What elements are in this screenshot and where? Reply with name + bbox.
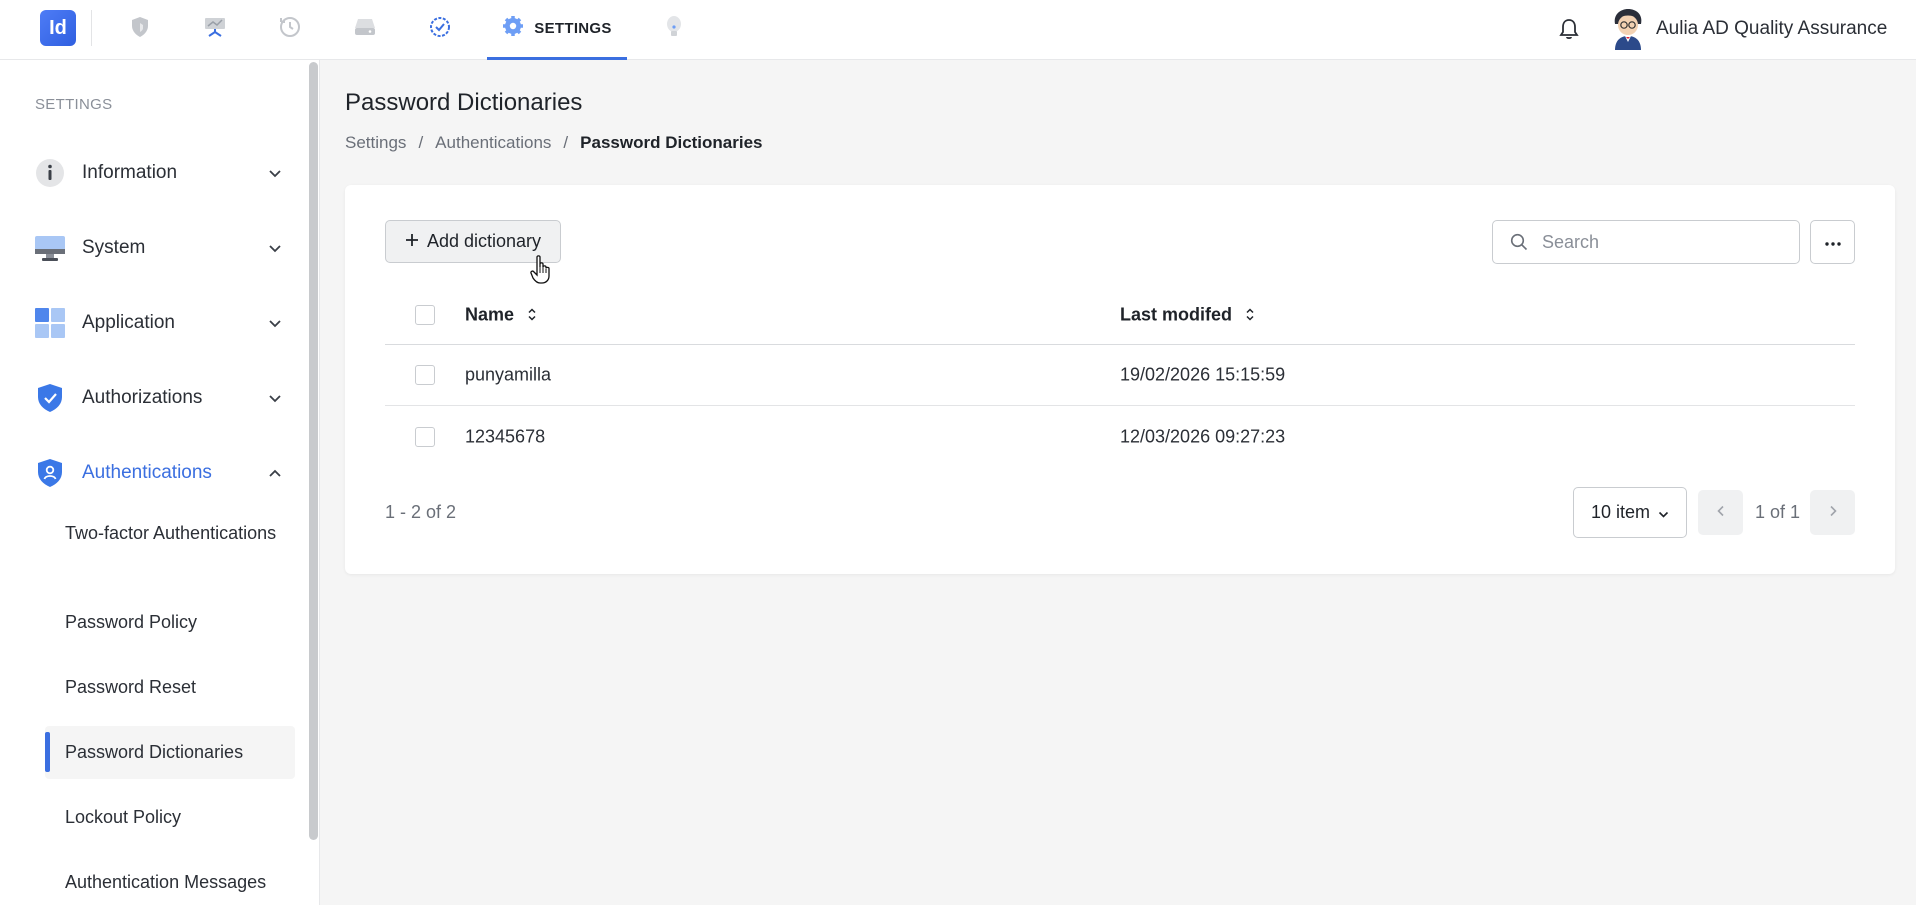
- top-navigation-bar: Id SETTINGS Aulia AD Quality Assurance: [0, 0, 1916, 60]
- tab-settings-label: SETTINGS: [534, 20, 612, 37]
- sort-icon: [526, 307, 538, 323]
- cell-name[interactable]: 12345678: [465, 426, 545, 447]
- column-header-last-modified[interactable]: Last modifed: [1120, 304, 1256, 325]
- page-size-value: 10 item: [1590, 502, 1651, 522]
- sidebar-subitem-lockout-policy[interactable]: Lockout Policy: [45, 807, 295, 828]
- sort-icon: [1244, 307, 1256, 323]
- shield-user-icon: [35, 458, 65, 488]
- prev-page-button[interactable]: [1698, 490, 1743, 535]
- table-row[interactable]: 12345678 12/03/2026 09:27:23: [385, 406, 1855, 467]
- bulb-icon[interactable]: [661, 14, 687, 40]
- divider: [91, 10, 92, 46]
- sidebar-subitem-authentication-messages[interactable]: Authentication Messages: [45, 872, 295, 893]
- search-box[interactable]: [1492, 220, 1800, 264]
- avatar[interactable]: [1609, 8, 1647, 50]
- bell-icon[interactable]: [1556, 16, 1582, 42]
- pagination-range: 1 - 2 of 2: [385, 502, 457, 522]
- hand-cursor-icon: [530, 255, 552, 285]
- cell-last-modified: 12/03/2026 09:27:23: [1120, 426, 1286, 446]
- sidebar: SETTINGS Information System Application …: [0, 60, 320, 905]
- sidebar-item-authorizations[interactable]: Authorizations: [35, 378, 285, 418]
- sidebar-subitem-password-reset[interactable]: Password Reset: [45, 677, 295, 698]
- dictionaries-card: Add dictionary Name Last modifed punyami…: [345, 185, 1895, 574]
- active-indicator: [45, 732, 50, 772]
- chevron-down-icon: [265, 238, 285, 258]
- sidebar-item-system[interactable]: System: [35, 228, 285, 268]
- chevron-down-icon: [1658, 502, 1669, 523]
- presentation-icon[interactable]: [202, 14, 228, 40]
- chevron-down-icon: [265, 313, 285, 333]
- sidebar-scrollbar[interactable]: [309, 62, 318, 840]
- page-title: Password Dictionaries: [345, 89, 583, 116]
- breadcrumb-authentications[interactable]: Authentications: [435, 133, 551, 153]
- table-header: Name Last modifed: [385, 285, 1855, 345]
- more-options-button[interactable]: [1810, 220, 1855, 264]
- monitor-icon: [35, 233, 65, 263]
- page-size-select[interactable]: 10 item: [1573, 487, 1687, 538]
- next-page-button[interactable]: [1810, 490, 1855, 535]
- add-dictionary-label: Add dictionary: [426, 231, 542, 251]
- sidebar-subitem-two-factor[interactable]: Two-factor Authentications: [45, 521, 295, 546]
- chevron-right-icon: [1829, 504, 1837, 522]
- row-checkbox[interactable]: [415, 426, 435, 447]
- sidebar-item-label: System: [82, 237, 146, 258]
- search-input[interactable]: [1542, 231, 1782, 253]
- user-name[interactable]: Aulia AD Quality Assurance: [1656, 18, 1887, 40]
- column-header-label: Name: [465, 304, 515, 324]
- sidebar-item-label: Information: [82, 162, 178, 183]
- column-header-name[interactable]: Name: [465, 304, 538, 325]
- breadcrumb: Settings / Authentications / Password Di…: [345, 133, 763, 153]
- search-icon: [1508, 231, 1530, 253]
- chevron-down-icon: [265, 163, 285, 183]
- check-badge-icon[interactable]: [427, 14, 453, 40]
- sidebar-item-label: Authorizations: [82, 387, 203, 408]
- cell-last-modified: 19/02/2026 15:15:59: [1120, 364, 1286, 385]
- column-header-label: Last modifed: [1120, 304, 1233, 324]
- history-icon[interactable]: [277, 14, 303, 40]
- chevron-up-icon: [265, 463, 285, 483]
- sidebar-subitem-password-dictionaries[interactable]: Password Dictionaries: [45, 726, 295, 779]
- breadcrumb-separator: /: [418, 133, 424, 152]
- select-all-checkbox[interactable]: [415, 304, 435, 325]
- tab-settings[interactable]: SETTINGS: [487, 0, 627, 60]
- sidebar-item-authentications[interactable]: Authentications: [35, 453, 285, 493]
- sidebar-subitem-label: Password Dictionaries: [65, 742, 244, 762]
- sidebar-item-label: Authentications: [82, 462, 212, 483]
- breadcrumb-current: Password Dictionaries: [580, 133, 763, 152]
- sidebar-item-application[interactable]: Application: [35, 303, 285, 343]
- table-row[interactable]: punyamilla 19/02/2026 15:15:59: [385, 345, 1855, 406]
- chevron-left-icon: [1716, 504, 1725, 522]
- logo-text: Id: [49, 16, 67, 39]
- grid-icon: [35, 308, 65, 338]
- row-checkbox[interactable]: [415, 365, 435, 385]
- info-icon: [35, 158, 65, 188]
- app-logo[interactable]: Id: [40, 10, 76, 46]
- page-indicator: 1 of 1: [1755, 502, 1801, 522]
- cell-name[interactable]: punyamilla: [465, 365, 551, 386]
- sidebar-item-information[interactable]: Information: [35, 153, 285, 193]
- sidebar-item-label: Application: [82, 312, 175, 333]
- breadcrumb-separator: /: [563, 133, 569, 152]
- dictionaries-table: Name Last modifed punyamilla 19/02/2026 …: [385, 285, 1855, 467]
- shield-icon[interactable]: [127, 14, 153, 40]
- ellipsis-icon: [1824, 233, 1841, 251]
- drive-icon[interactable]: [352, 14, 378, 40]
- shield-check-icon: [35, 383, 65, 413]
- sidebar-subitem-password-policy[interactable]: Password Policy: [45, 612, 295, 633]
- sidebar-heading: SETTINGS: [35, 96, 113, 113]
- plus-icon: [405, 231, 419, 252]
- chevron-down-icon: [265, 388, 285, 408]
- gear-icon: [502, 15, 524, 42]
- breadcrumb-settings[interactable]: Settings: [345, 133, 406, 153]
